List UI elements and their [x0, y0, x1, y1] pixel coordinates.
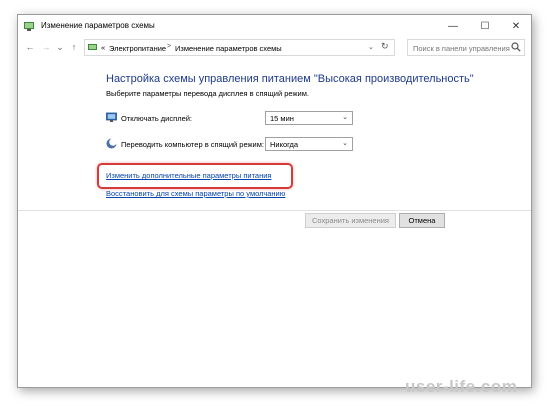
- location-icon: [88, 42, 98, 54]
- search-placeholder: Поиск в панели управления: [413, 44, 510, 53]
- watermark-text: user-life.com: [405, 377, 518, 396]
- refresh-icon[interactable]: ↻: [381, 41, 389, 52]
- save-changes-button[interactable]: Сохранить изменения: [305, 213, 396, 228]
- power-options-window: Изменение параметров схемы — ☐ ✕ ← → ⌄ ↑…: [17, 14, 532, 388]
- breadcrumb-separator: >: [167, 43, 172, 50]
- address-bar: ← → ⌄ ↑ « Электропитание > Изменение пар…: [18, 37, 531, 57]
- display-off-dropdown[interactable]: 15 мин ⌄: [265, 111, 353, 125]
- chevron-down-icon: ⌄: [342, 140, 348, 147]
- address-history-icon[interactable]: ⌄: [368, 43, 374, 51]
- address-field[interactable]: « Электропитание > Изменение параметров …: [84, 39, 395, 56]
- search-icon: [511, 42, 521, 54]
- minimize-button[interactable]: —: [438, 15, 468, 37]
- up-arrow-icon[interactable]: ↑: [68, 41, 80, 53]
- forward-arrow-icon[interactable]: →: [40, 41, 52, 53]
- close-button[interactable]: ✕: [501, 15, 531, 37]
- sleep-value: Никогда: [270, 140, 299, 149]
- maximize-button[interactable]: ☐: [470, 15, 500, 37]
- chevron-down-icon: ⌄: [342, 114, 348, 121]
- divider: [18, 210, 531, 211]
- advanced-settings-link[interactable]: Изменить дополнительные параметры питани…: [106, 171, 271, 180]
- cancel-button[interactable]: Отмена: [399, 213, 445, 228]
- window-title: Изменение параметров схемы: [41, 21, 155, 30]
- page-title: Настройка схемы управления питанием "Выс…: [106, 73, 474, 85]
- page-subtitle: Выберите параметры перевода дисплея в сп…: [106, 89, 309, 98]
- breadcrumb-prefix: «: [101, 43, 106, 52]
- recent-locations-icon[interactable]: ⌄: [54, 41, 66, 53]
- sleep-label: Переводить компьютер в спящий режим:: [121, 140, 264, 149]
- title-bar[interactable]: Изменение параметров схемы — ☐ ✕: [18, 15, 531, 37]
- control-panel-icon: [23, 20, 35, 32]
- monitor-icon: [106, 112, 117, 123]
- restore-defaults-link[interactable]: Восстановить для схемы параметры по умол…: [106, 189, 285, 198]
- breadcrumb-edit-plan[interactable]: Изменение параметров схемы: [175, 44, 282, 53]
- search-input[interactable]: Поиск в панели управления: [407, 39, 525, 56]
- moon-icon: [106, 138, 117, 149]
- main-content: Настройка схемы управления питанием "Выс…: [18, 57, 531, 387]
- display-off-label: Отключать дисплей:: [121, 114, 193, 123]
- display-off-value: 15 мин: [270, 114, 294, 123]
- back-arrow-icon[interactable]: ←: [24, 41, 36, 53]
- breadcrumb-power-options[interactable]: Электропитание: [109, 44, 166, 53]
- sleep-dropdown[interactable]: Никогда ⌄: [265, 137, 353, 151]
